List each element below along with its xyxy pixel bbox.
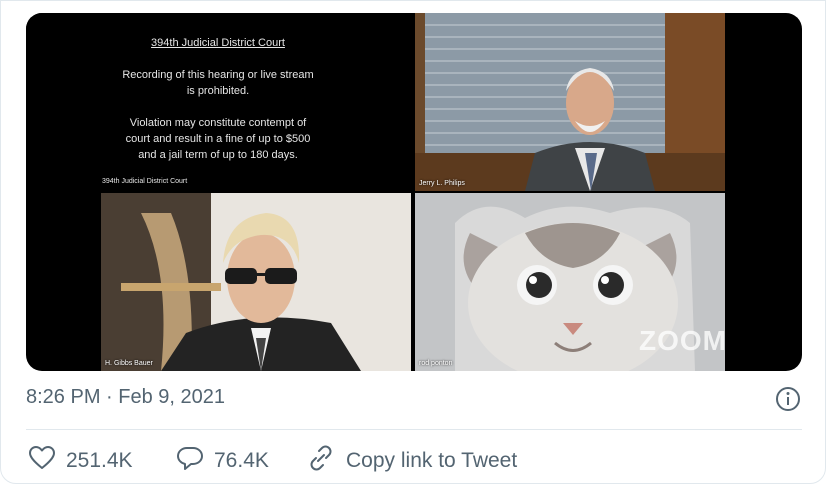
notice-line-1: Recording of this hearing or live stream: [122, 69, 314, 81]
reply-count: 76.4K: [214, 449, 269, 472]
copy-link-label: Copy link to Tweet: [346, 449, 518, 472]
info-icon[interactable]: [775, 386, 801, 412]
judge-name-label: Jerry L. Philips: [419, 180, 465, 187]
notice-title: 394th Judicial District Court: [151, 37, 285, 49]
notice-line-2: is prohibited.: [186, 85, 250, 97]
court-notice-tile: 394th Judicial District Court Recording …: [26, 13, 410, 191]
copy-link-button[interactable]: Copy link to Tweet: [306, 444, 518, 478]
notice-line-3: Violation may constitute contempt of: [129, 117, 307, 129]
cat-name-label: rod ponton: [419, 360, 453, 367]
tweet-card: 394th Judicial District Court Recording …: [0, 0, 826, 484]
lawyer-name-label: H. Gibbs Bauer: [105, 360, 153, 367]
tweet-timestamp[interactable]: 8:26 PM · Feb 9, 2021: [26, 386, 225, 409]
lawyer-video-tile: H. Gibbs Bauer: [101, 193, 411, 371]
judge-scene-image: [415, 13, 725, 191]
like-button[interactable]: 251.4K: [28, 445, 133, 477]
zoom-watermark: ZOOM: [639, 325, 725, 356]
notice-line-4: court and result in a fine of up to $500: [125, 133, 311, 145]
speech-bubble-icon: [176, 445, 214, 477]
like-count: 251.4K: [66, 449, 133, 472]
link-icon: [306, 444, 346, 478]
notice-footer: 394th Judicial District Court: [102, 178, 188, 185]
divider: [26, 429, 802, 430]
heart-icon: [28, 445, 66, 477]
notice-line-5: and a jail term of up to 180 days.: [138, 149, 298, 161]
reply-button[interactable]: 76.4K: [176, 447, 269, 475]
cat-filter-video-tile: ZOOM rod ponton: [415, 193, 725, 371]
tweet-media-video[interactable]: 394th Judicial District Court Recording …: [26, 13, 802, 371]
judge-video-tile: Jerry L. Philips: [415, 13, 725, 191]
lawyer-scene-image: [101, 193, 411, 371]
